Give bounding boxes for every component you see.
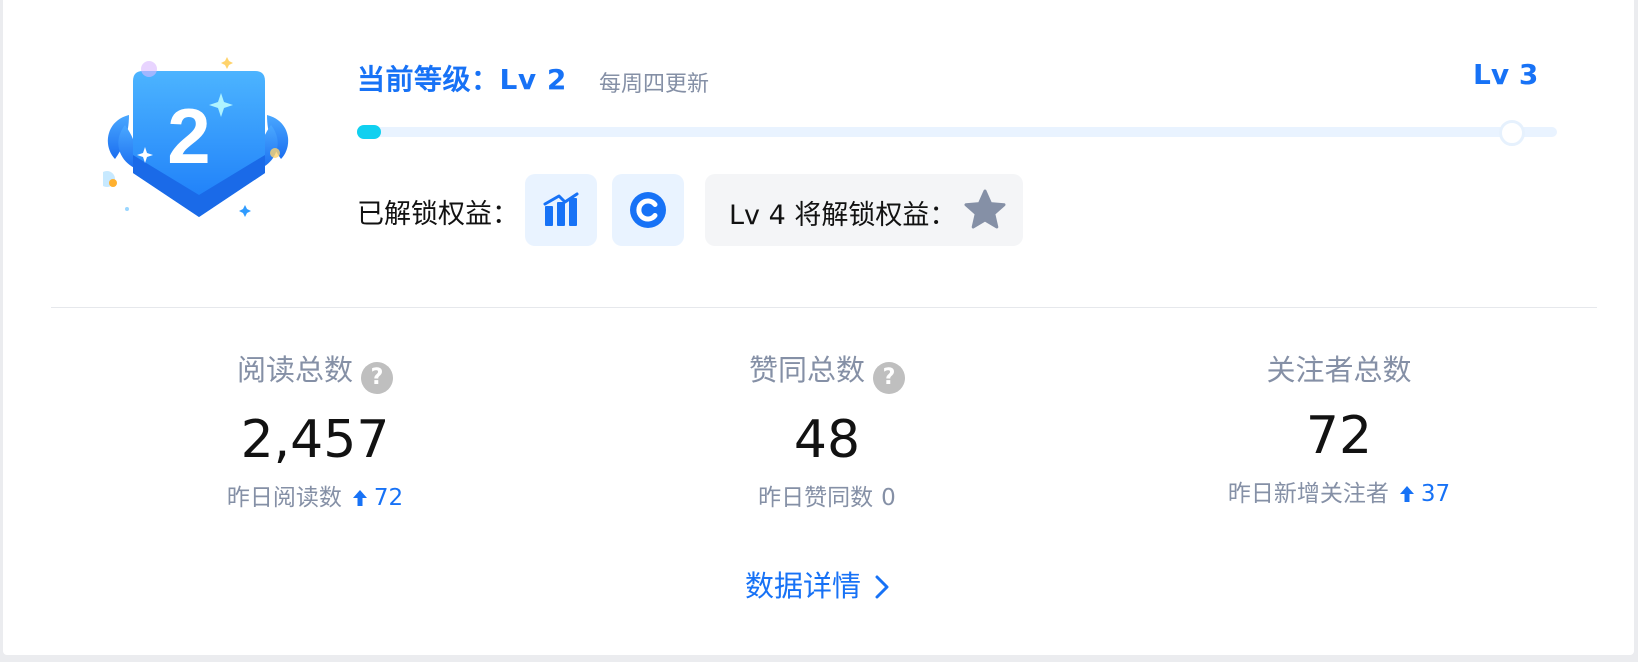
stat-title: 关注者总数 — [1266, 353, 1412, 387]
trend-up: 72 — [352, 485, 403, 511]
stat-likes: 赞同总数? 48 昨日赞同数 0 — [627, 350, 1027, 514]
unlocked-perks-label: 已解锁权益： — [357, 199, 519, 230]
copyright-perk-tile[interactable] — [612, 174, 684, 246]
chart-perk-icon — [543, 192, 579, 226]
trend-up: 37 — [1399, 481, 1450, 507]
section-divider — [51, 307, 1597, 308]
arrow-up-icon — [1399, 486, 1414, 502]
future-perks-label: Lv 4 将解锁权益： — [729, 200, 957, 231]
help-icon[interactable]: ? — [361, 362, 393, 394]
stat-title: 赞同总数? — [627, 350, 1027, 394]
stat-value: 48 — [793, 410, 861, 470]
arrow-up-icon — [352, 490, 367, 506]
level-progress-fill — [357, 125, 381, 139]
chart-perk-tile[interactable] — [525, 174, 597, 246]
stat-value: 72 — [1305, 406, 1373, 466]
next-level-marker — [1499, 120, 1525, 146]
star-perk-icon[interactable] — [963, 188, 1007, 232]
stat-title: 阅读总数? — [115, 350, 515, 394]
chevron-right-icon — [875, 575, 889, 599]
badge-level-number: 2 — [167, 92, 210, 180]
level-badge-icon: 2 — [103, 57, 289, 217]
stat-sub: 昨日阅读数 72 — [226, 485, 404, 511]
creator-level-card: 2 当前等级：Lv 2 每周四更新 Lv 3 已解锁权益： Lv 4 将解锁权益… — [3, 0, 1634, 655]
current-level-label: 当前等级：Lv 2 — [357, 63, 567, 96]
stat-sub: 昨日赞同数 0 — [758, 485, 896, 511]
next-level-label: Lv 3 — [1473, 58, 1539, 91]
update-note: 每周四更新 — [599, 72, 710, 97]
data-details-link[interactable]: 数据详情 — [745, 563, 889, 605]
stat-sub: 昨日新增关注者 37 — [1227, 481, 1451, 507]
stat-reads: 阅读总数? 2,457 昨日阅读数 72 — [115, 350, 515, 514]
level-progress-track — [357, 125, 1557, 139]
stat-followers: 关注者总数 72 昨日新增关注者 37 — [1139, 350, 1539, 510]
copyright-perk-icon — [630, 192, 666, 228]
help-icon[interactable]: ? — [873, 362, 905, 394]
stat-value: 2,457 — [240, 410, 390, 470]
future-perks-box: Lv 4 将解锁权益： — [705, 174, 1023, 246]
